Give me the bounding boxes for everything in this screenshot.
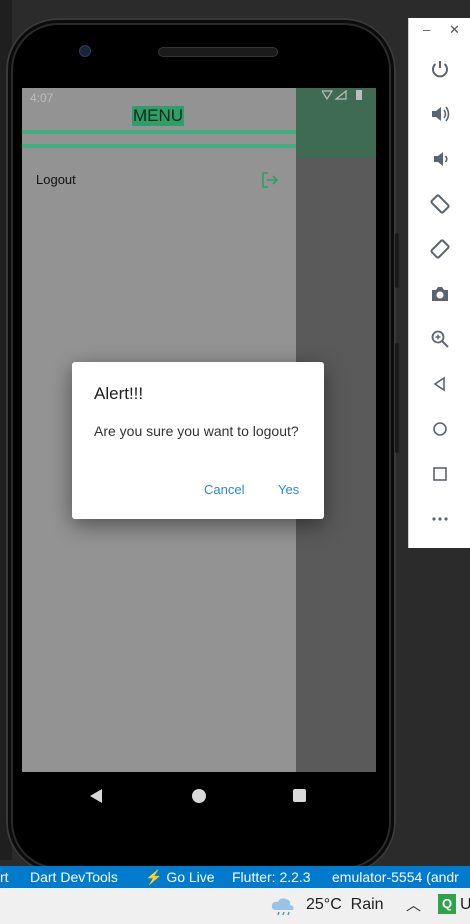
volume-up-icon[interactable] [428, 103, 452, 127]
status-time: 4:07 [30, 91, 54, 105]
cancel-button[interactable]: Cancel [204, 482, 244, 497]
weather-text[interactable]: 25°C Rain [306, 896, 384, 914]
close-icon[interactable]: ✕ [449, 22, 460, 38]
front-camera [79, 45, 91, 57]
drawer-divider-top [22, 130, 296, 134]
temperature: 25°C [306, 896, 342, 913]
chevron-up-icon[interactable]: ︿ [406, 894, 421, 915]
rotate-right-icon[interactable] [428, 238, 452, 262]
recents-nav-icon[interactable] [293, 789, 306, 802]
power-side-button [395, 343, 399, 453]
minimize-icon[interactable]: – [423, 22, 430, 37]
status-item-flutter-version[interactable]: Flutter: 2.2.3 [232, 866, 311, 888]
q-app-icon[interactable]: Q [438, 894, 456, 914]
zoom-icon[interactable] [428, 328, 452, 352]
phone-frame: 4:07 MENU Logout Alert!!! Are you sure y… [6, 18, 399, 874]
status-icons [320, 88, 368, 109]
drawer-divider-bottom [22, 144, 296, 148]
power-icon[interactable] [428, 58, 452, 82]
android-status-bar: 4:07 [22, 88, 376, 109]
overview-icon[interactable] [428, 463, 452, 487]
status-item-rt[interactable]: rt [0, 866, 9, 888]
volume-down-icon[interactable] [428, 148, 452, 172]
status-item-go-live: Go Live [166, 869, 215, 885]
go-live-item[interactable]: ⚡ Go Live [145, 866, 215, 888]
drawer-title: MENU [132, 106, 184, 126]
back-nav-icon[interactable] [90, 789, 102, 803]
windows-taskbar: 25°C Rain ︿ Q U [0, 888, 470, 924]
emulator-toolbar: – ✕ [408, 18, 470, 548]
dialog-title: Alert!!! [94, 384, 144, 403]
phone-screen: 4:07 MENU Logout Alert!!! Are you sure y… [22, 88, 376, 772]
yes-button[interactable]: Yes [278, 482, 299, 497]
status-item-dart-devtools[interactable]: Dart DevTools [30, 866, 118, 888]
android-nav-bar [22, 772, 376, 822]
camera-icon[interactable] [428, 283, 452, 307]
drawer-item-label: Logout [36, 172, 76, 187]
drawer-item-logout[interactable]: Logout [22, 166, 296, 196]
rotate-left-icon[interactable] [428, 193, 452, 217]
back-icon[interactable] [428, 373, 452, 397]
tray-text: U [460, 896, 470, 913]
earpiece-speaker [158, 47, 278, 57]
dialog-message: Are you sure you want to logout? [94, 423, 299, 439]
editor-status-bar: rt Dart DevTools ⚡ Go Live Flutter: 2.2.… [0, 866, 470, 888]
logout-alert-dialog: Alert!!! Are you sure you want to logout… [72, 362, 324, 519]
home-nav-icon[interactable] [192, 789, 206, 803]
volume-side-button [395, 233, 399, 288]
status-item-device[interactable]: emulator-5554 (andr [332, 866, 459, 888]
logout-icon [260, 170, 280, 190]
home-icon[interactable] [428, 418, 452, 442]
wifi-signal-battery-icon [320, 89, 362, 101]
broadcast-icon: ⚡ [145, 869, 163, 885]
rain-cloud-icon[interactable] [270, 896, 296, 916]
more-icon[interactable] [428, 508, 452, 532]
weather-condition: Rain [350, 896, 384, 913]
